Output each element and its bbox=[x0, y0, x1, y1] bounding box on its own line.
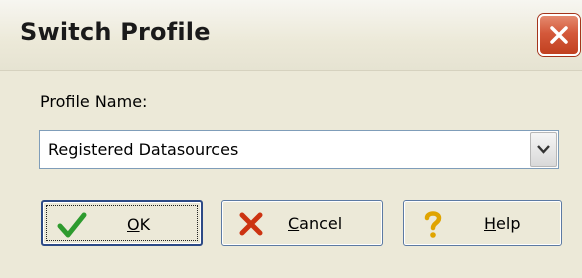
profile-name-combobox[interactable]: Registered Datasources bbox=[39, 130, 559, 169]
title-bar[interactable]: Switch Profile bbox=[0, 0, 582, 71]
cancel-button-label: Cancel bbox=[288, 214, 343, 233]
profile-name-label: Profile Name: bbox=[40, 92, 148, 111]
dropdown-button[interactable] bbox=[530, 132, 557, 167]
window-title: Switch Profile bbox=[20, 18, 211, 46]
x-icon bbox=[239, 212, 263, 236]
profile-name-value: Registered Datasources bbox=[48, 140, 239, 159]
cancel-button[interactable]: Cancel bbox=[221, 200, 383, 246]
ok-button[interactable]: OK bbox=[41, 200, 203, 246]
question-icon bbox=[424, 211, 442, 238]
chevron-down-icon bbox=[537, 145, 550, 154]
help-button-label: Help bbox=[484, 214, 521, 233]
checkmark-icon bbox=[57, 212, 87, 238]
help-button[interactable]: Help bbox=[403, 200, 562, 246]
ok-button-label: OK bbox=[127, 215, 151, 234]
close-button[interactable] bbox=[538, 14, 580, 56]
close-icon bbox=[550, 26, 568, 44]
switch-profile-dialog: Switch Profile Profile Name: Registered … bbox=[0, 0, 582, 278]
